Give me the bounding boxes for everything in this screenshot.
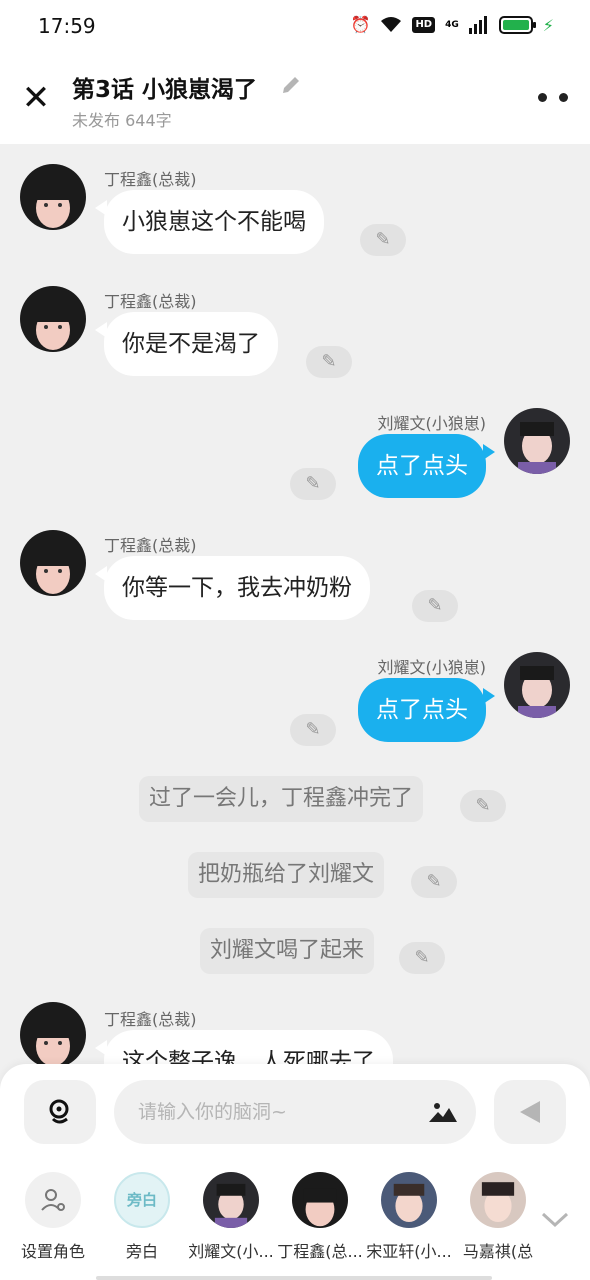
add-role-icon	[25, 1172, 81, 1228]
role-label: 旁白	[125, 1242, 158, 1261]
scrollbar[interactable]	[96, 1276, 492, 1280]
voice-icon	[49, 1099, 69, 1124]
message-bubble[interactable]: 你是不是渴了	[95, 312, 278, 376]
edit-message-button[interactable]: ✎	[411, 866, 457, 898]
avatar[interactable]	[20, 164, 86, 230]
role-liu-yaowen[interactable]: 刘耀文(小...	[186, 1172, 276, 1262]
message-input[interactable]	[138, 1080, 428, 1144]
role-ding-chengxin[interactable]: 丁程鑫(总...	[275, 1172, 365, 1262]
send-icon	[520, 1101, 540, 1123]
more-options-button[interactable]	[538, 88, 568, 106]
status-time: 17:59	[38, 14, 96, 38]
chevron-down-icon[interactable]	[540, 1209, 570, 1229]
narration-bubble[interactable]: 过了一会儿，丁程鑫冲完了	[139, 776, 424, 822]
narrator-avatar: 旁白	[114, 1172, 170, 1228]
avatar[interactable]	[504, 408, 570, 474]
composer-panel: 设置角色 旁白 旁白 刘耀文(小... 丁程鑫(总... 宋亚轩(小...	[0, 1064, 590, 1280]
edit-message-button[interactable]: ✎	[306, 346, 352, 378]
message-bubble[interactable]: 这个整子逸，人死哪去了	[95, 1030, 393, 1066]
page-title: 第3话 小狼崽渴了	[72, 77, 258, 103]
image-icon[interactable]	[428, 1100, 458, 1124]
edit-message-button[interactable]: ✎	[290, 714, 336, 746]
role-label: 刘耀文(小...	[188, 1242, 274, 1261]
role-label: 丁程鑫(总...	[277, 1242, 363, 1261]
avatar[interactable]	[20, 1002, 86, 1066]
narration-bubble[interactable]: 刘耀文喝了起来	[200, 928, 375, 974]
network-label: 4G	[445, 20, 459, 30]
avatar[interactable]	[20, 530, 86, 596]
avatar	[470, 1172, 526, 1228]
edit-message-button[interactable]: ✎	[290, 468, 336, 500]
role-label: 宋亚轩(小...	[366, 1242, 452, 1261]
edit-message-button[interactable]: ✎	[399, 942, 445, 974]
role-song-yaxuan[interactable]: 宋亚轩(小...	[364, 1172, 454, 1262]
wifi-icon	[381, 17, 402, 32]
role-narrator[interactable]: 旁白 旁白	[97, 1172, 187, 1262]
sender-name: 刘耀文(小狼崽)	[377, 658, 487, 677]
alarm-icon: ⏰	[350, 15, 371, 34]
role-set-roles[interactable]: 设置角色	[8, 1172, 98, 1262]
role-selector: 设置角色 旁白 旁白 刘耀文(小... 丁程鑫(总... 宋亚轩(小... 马嘉…	[0, 1172, 560, 1262]
sender-name: 丁程鑫(总裁)	[104, 536, 197, 555]
message-bubble[interactable]: 小狼崽这个不能喝	[95, 190, 324, 254]
voice-button[interactable]	[24, 1080, 96, 1144]
message-bubble[interactable]: 点了点头	[358, 678, 495, 742]
edit-message-button[interactable]: ✎	[460, 790, 506, 822]
avatar[interactable]	[504, 652, 570, 718]
status-icons: ⏰ HD 4G ⚡	[351, 14, 554, 36]
sender-name: 丁程鑫(总裁)	[104, 1010, 197, 1029]
narration-bubble[interactable]: 把奶瓶给了刘耀文	[188, 852, 385, 898]
hd-badge: HD	[412, 17, 436, 33]
message-bubble[interactable]: 点了点头	[358, 434, 495, 498]
avatar	[381, 1172, 437, 1228]
battery-icon	[498, 16, 536, 34]
signal-icon	[468, 16, 487, 34]
role-label: 马嘉祺(总	[462, 1242, 534, 1261]
avatar[interactable]	[20, 286, 86, 352]
send-button[interactable]	[494, 1080, 566, 1144]
edit-title-icon[interactable]	[280, 74, 302, 96]
avatar	[203, 1172, 259, 1228]
status-bar: 17:59 ⏰ HD 4G ⚡	[0, 0, 590, 52]
sender-name: 刘耀文(小狼崽)	[377, 414, 487, 433]
message-input-container	[114, 1080, 476, 1144]
sender-name: 丁程鑫(总裁)	[104, 292, 197, 311]
sender-name: 丁程鑫(总裁)	[104, 170, 197, 189]
page-subtitle: 未发布 644字	[72, 111, 172, 130]
message-bubble[interactable]: 你等一下，我去冲奶粉	[95, 556, 370, 620]
edit-message-button[interactable]: ✎	[360, 224, 406, 256]
role-label: 设置角色	[20, 1242, 85, 1261]
avatar	[292, 1172, 348, 1228]
header: ✕ 第3话 小狼崽渴了 未发布 644字	[0, 52, 590, 144]
close-button[interactable]: ✕	[20, 81, 52, 115]
chat-area[interactable]: 丁程鑫(总裁) 小狼崽这个不能喝 ✎ 丁程鑫(总裁) 你是不是渴了 ✎ 刘耀文(…	[0, 144, 590, 1066]
edit-message-button[interactable]: ✎	[412, 590, 458, 622]
charging-icon: ⚡	[542, 15, 554, 35]
role-ma-jiaqi[interactable]: 马嘉祺(总	[453, 1172, 543, 1262]
